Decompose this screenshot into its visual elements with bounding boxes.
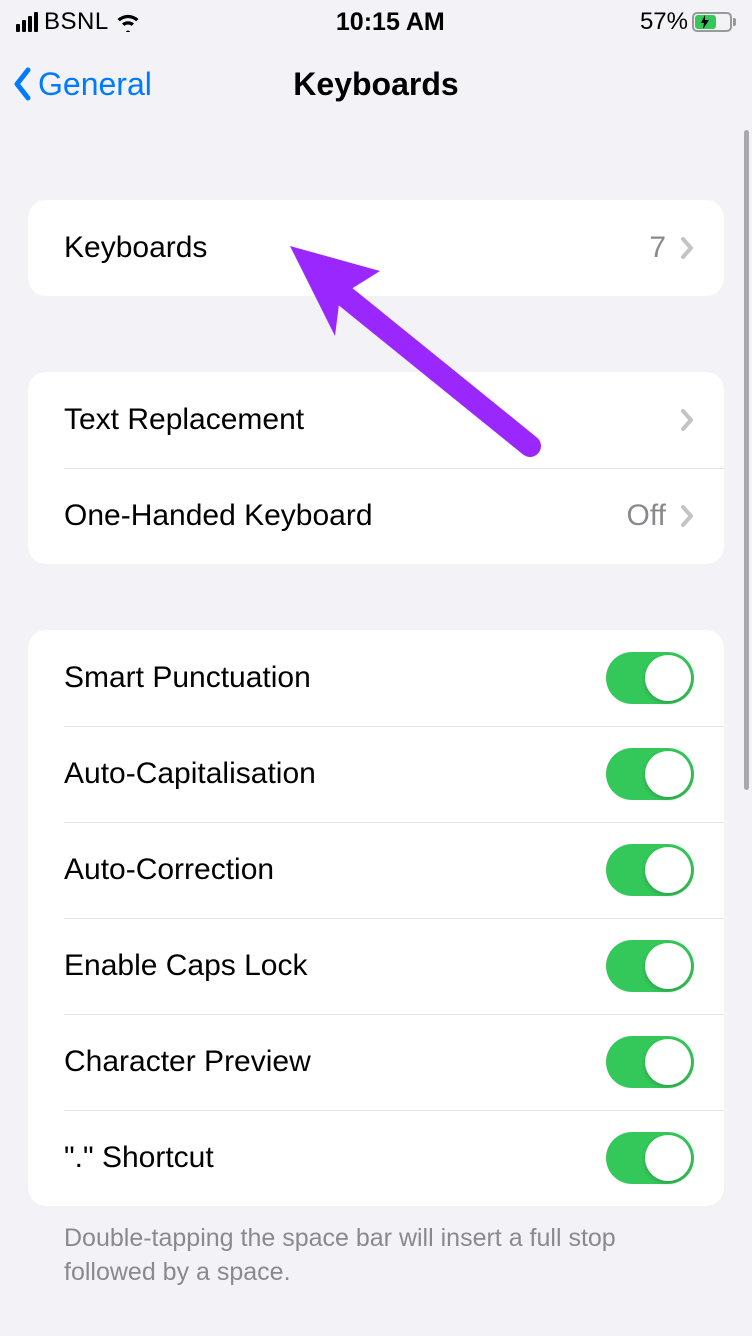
settings-group-keyboards: Keyboards 7	[28, 200, 724, 296]
row-auto-correction[interactable]: Auto-Correction	[28, 822, 724, 918]
toggle-character-preview[interactable]	[606, 1036, 694, 1088]
row-enable-caps-lock-label: Enable Caps Lock	[64, 949, 606, 983]
toggle-dot-shortcut[interactable]	[606, 1132, 694, 1184]
row-dot-shortcut-label: "." Shortcut	[64, 1141, 606, 1175]
carrier-label: BSNL	[44, 8, 109, 36]
toggle-auto-capitalisation[interactable]	[606, 748, 694, 800]
toggle-smart-punctuation[interactable]	[606, 652, 694, 704]
status-right: 57%	[640, 8, 736, 36]
row-dot-shortcut[interactable]: "." Shortcut	[28, 1110, 724, 1206]
footer-note: Double-tapping the space bar will insert…	[28, 1206, 724, 1290]
row-keyboards[interactable]: Keyboards 7	[28, 200, 724, 296]
settings-group-toggles: Smart Punctuation Auto-Capitalisation Au…	[28, 630, 724, 1206]
cellular-signal-icon	[16, 12, 38, 32]
chevron-right-icon	[680, 236, 694, 260]
battery-icon	[692, 12, 736, 32]
row-character-preview[interactable]: Character Preview	[28, 1014, 724, 1110]
chevron-right-icon	[680, 504, 694, 528]
status-time: 10:15 AM	[336, 8, 445, 37]
chevron-right-icon	[680, 408, 694, 432]
row-keyboards-value: 7	[649, 231, 666, 265]
row-auto-capitalisation-label: Auto-Capitalisation	[64, 757, 606, 791]
row-one-handed-label: One-Handed Keyboard	[64, 499, 627, 533]
row-auto-capitalisation[interactable]: Auto-Capitalisation	[28, 726, 724, 822]
scroll-indicator[interactable]	[744, 130, 749, 790]
nav-bar: General Keyboards	[0, 44, 752, 124]
toggle-auto-correction[interactable]	[606, 844, 694, 896]
battery-percent: 57%	[640, 8, 688, 36]
row-one-handed-keyboard[interactable]: One-Handed Keyboard Off	[28, 468, 724, 564]
row-keyboards-label: Keyboards	[64, 231, 649, 265]
row-one-handed-value: Off	[627, 499, 666, 533]
wifi-icon	[115, 12, 141, 32]
status-left: BSNL	[16, 8, 141, 36]
chevron-left-icon	[12, 67, 32, 101]
row-auto-correction-label: Auto-Correction	[64, 853, 606, 887]
row-enable-caps-lock[interactable]: Enable Caps Lock	[28, 918, 724, 1014]
row-text-replacement-label: Text Replacement	[64, 403, 680, 437]
back-label: General	[38, 66, 152, 103]
row-text-replacement[interactable]: Text Replacement	[28, 372, 724, 468]
row-smart-punctuation[interactable]: Smart Punctuation	[28, 630, 724, 726]
back-button[interactable]: General	[12, 66, 152, 103]
settings-group-text: Text Replacement One-Handed Keyboard Off	[28, 372, 724, 564]
row-smart-punctuation-label: Smart Punctuation	[64, 661, 606, 695]
toggle-enable-caps-lock[interactable]	[606, 940, 694, 992]
row-character-preview-label: Character Preview	[64, 1045, 606, 1079]
status-bar: BSNL 10:15 AM 57%	[0, 0, 752, 44]
